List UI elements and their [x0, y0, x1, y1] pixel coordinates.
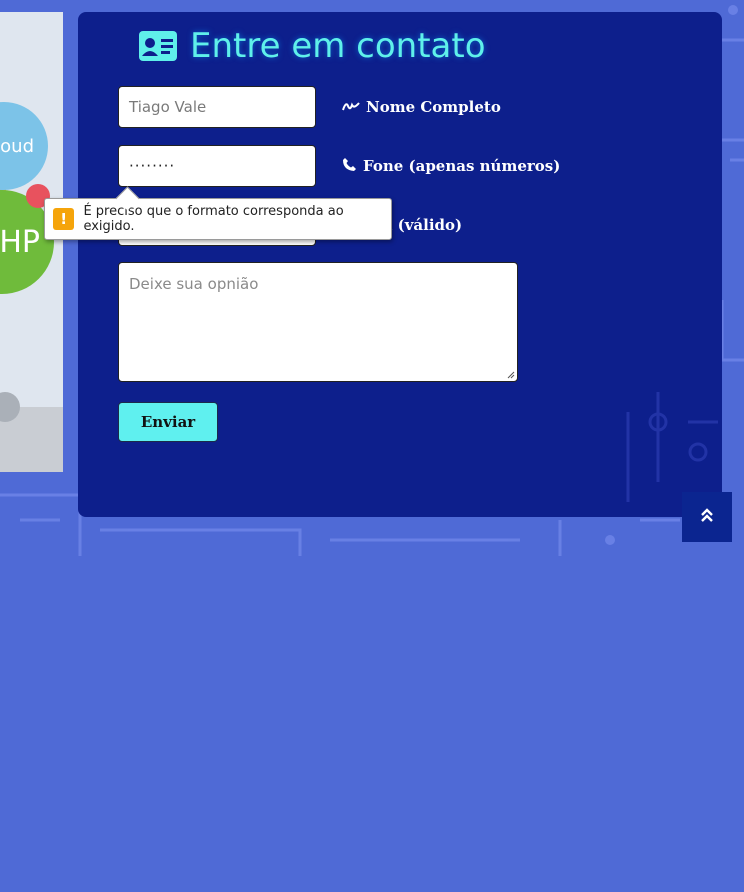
cloud-bubble-text: Cloud — [0, 135, 34, 157]
panel-circuit-decoration — [626, 392, 718, 502]
double-chevron-up-icon — [700, 507, 714, 527]
signature-icon — [342, 98, 360, 116]
warning-icon: ! — [53, 208, 75, 230]
validation-message: É preciso que o formato corresponda ao e… — [83, 204, 344, 234]
validation-tooltip: ! É preciso que o formato corresponda ao… — [44, 186, 392, 240]
phone-icon — [342, 157, 357, 176]
phone-label: Fone (apenas números) — [342, 145, 560, 187]
phone-label-text: Fone (apenas números) — [363, 157, 561, 175]
phone-input[interactable]: ········ — [118, 145, 316, 187]
cloud-bubble: Cloud — [0, 102, 48, 190]
page-title: Entre em contato — [138, 24, 486, 68]
hero-illustration: Cloud HP — [0, 12, 63, 472]
name-label-text: Nome Completo — [366, 98, 501, 116]
name-input[interactable]: Tiago Vale — [118, 86, 316, 128]
name-label: Nome Completo — [342, 86, 501, 128]
id-card-icon — [138, 30, 178, 62]
email-label-text: il (válido) — [381, 216, 463, 234]
resize-grip-icon[interactable] — [507, 371, 515, 379]
php-bubble-text: HP — [0, 224, 40, 260]
email-label: il (válido) — [381, 204, 462, 246]
message-placeholder: Deixe sua opnião — [129, 275, 259, 293]
page-title-text: Entre em contato — [190, 26, 486, 66]
scroll-to-top-button[interactable] — [682, 492, 732, 542]
message-textarea[interactable]: Deixe sua opnião — [118, 262, 518, 382]
submit-button[interactable]: Enviar — [118, 402, 218, 442]
